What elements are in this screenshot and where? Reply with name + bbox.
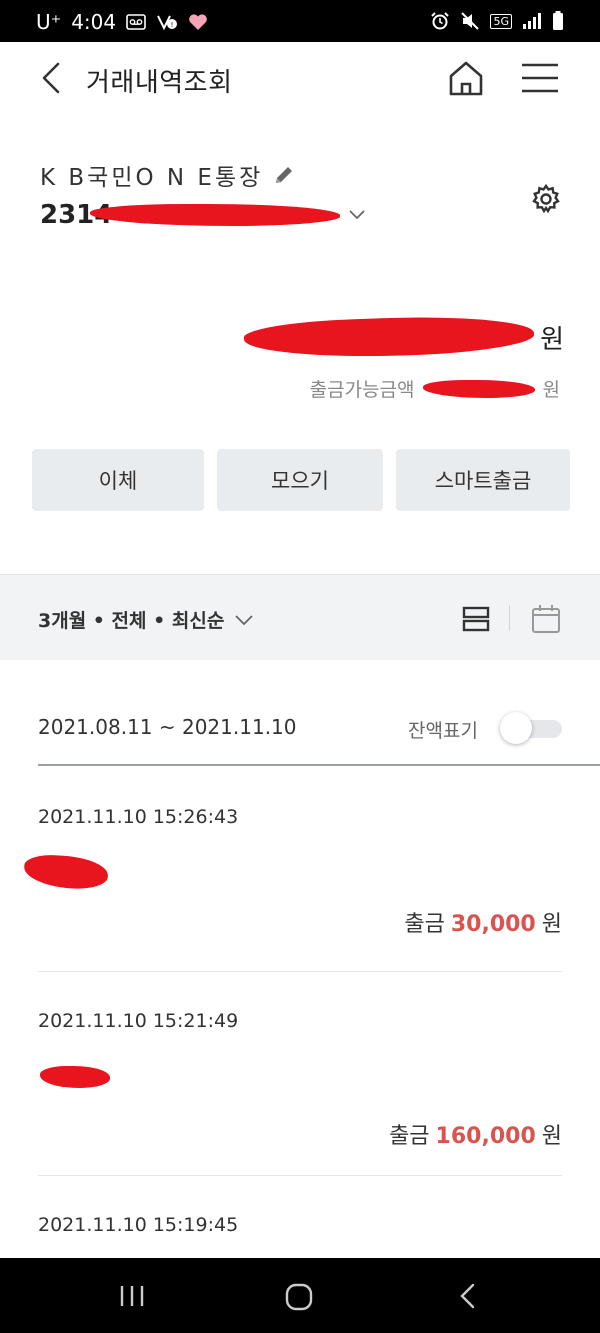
battery-icon xyxy=(553,11,563,30)
balance-row: 원 xyxy=(243,312,564,362)
transaction-name-redaction xyxy=(22,853,110,891)
transfer-button[interactable]: 이체 xyxy=(32,449,204,511)
status-right: 5G xyxy=(430,11,564,31)
period-divider xyxy=(38,764,600,766)
home-icon[interactable] xyxy=(446,58,486,98)
available-amount-unit: 원 xyxy=(542,379,560,401)
transaction-amount-row: 출금 30,000 원 xyxy=(404,906,562,938)
system-nav-bar xyxy=(0,1258,600,1333)
filter-divider xyxy=(509,605,510,631)
account-number-row[interactable]: 2314 xyxy=(40,200,366,230)
transaction-amount-row: 출금 160,000 원 xyxy=(389,1118,562,1150)
transaction-datetime: 2021.11.10 15:19:45 xyxy=(38,1214,239,1236)
balance-unit: 원 xyxy=(540,324,564,355)
available-amount-redaction xyxy=(422,379,535,398)
balance-toggle-label: 잔액표기 xyxy=(408,720,478,742)
account-name: K B국민O N E통장 xyxy=(40,165,264,191)
status-left: U⁺ 4:04 ! xyxy=(36,10,208,34)
nav-back-icon[interactable] xyxy=(456,1282,478,1310)
account-number-redaction xyxy=(90,204,341,226)
list-view-icon[interactable] xyxy=(462,605,490,633)
network-5g-icon: 5G xyxy=(490,13,512,29)
collect-button[interactable]: 모으기 xyxy=(217,449,383,511)
account-name-row: K B국민O N E통장 xyxy=(40,158,295,192)
transaction-name-redaction xyxy=(40,1066,110,1088)
nav-home-icon[interactable] xyxy=(284,1282,314,1312)
calendar-icon[interactable] xyxy=(530,603,562,635)
transaction-type: 출금 xyxy=(389,1124,430,1149)
voicemail-icon xyxy=(126,14,146,30)
transaction-item[interactable]: 2021.11.10 15:19:45 xyxy=(38,1214,562,1254)
transaction-item[interactable]: 2021.11.10 15:26:43 출금 30,000 원 xyxy=(22,806,562,972)
available-amount-label: 출금가능금액 xyxy=(309,379,415,401)
balance-redaction xyxy=(243,312,535,362)
transaction-unit: 원 xyxy=(541,1124,562,1149)
chevron-down-icon xyxy=(235,614,253,625)
signal-icon xyxy=(523,13,541,29)
transaction-amount: 160,000 xyxy=(435,1124,536,1149)
transaction-type: 출금 xyxy=(404,912,445,937)
transaction-datetime: 2021.11.10 15:26:43 xyxy=(38,806,239,828)
transaction-datetime: 2021.11.10 15:21:49 xyxy=(38,1010,239,1032)
status-bar: U⁺ 4:04 ! 5G xyxy=(0,0,600,42)
balance-toggle-knob xyxy=(500,712,532,744)
available-amount-row: 출금가능금액 원 xyxy=(310,375,560,402)
smart-withdraw-button[interactable]: 스마트출금 xyxy=(396,449,570,511)
shield-check-icon: ! xyxy=(157,15,178,31)
transaction-unit: 원 xyxy=(541,912,562,937)
pencil-icon[interactable] xyxy=(273,164,295,186)
filter-dropdown[interactable]: 3개월 • 전체 • 최신순 xyxy=(38,606,254,633)
gear-icon[interactable] xyxy=(530,183,562,215)
clock: 4:04 xyxy=(71,10,117,34)
filter-bar: 3개월 • 전체 • 최신순 xyxy=(0,574,600,660)
menu-icon[interactable] xyxy=(520,60,560,96)
transaction-amount: 30,000 xyxy=(450,912,536,937)
mute-icon xyxy=(461,12,480,30)
transaction-divider xyxy=(38,971,562,972)
svg-text:!: ! xyxy=(171,21,174,29)
page-title: 거래내역조회 xyxy=(86,68,233,98)
chevron-down-icon[interactable] xyxy=(348,209,366,221)
balance-toggle[interactable] xyxy=(500,712,562,744)
transaction-item[interactable]: 2021.11.10 15:21:49 출금 160,000 원 xyxy=(38,1010,562,1176)
carrier-label: U⁺ xyxy=(36,10,62,34)
heart-icon xyxy=(189,14,207,30)
alarm-icon xyxy=(431,12,450,30)
back-icon[interactable] xyxy=(34,60,70,96)
filter-summary: 3개월 • 전체 • 최신순 xyxy=(38,610,225,632)
app-header: 거래내역조회 xyxy=(0,42,600,116)
transaction-divider xyxy=(38,1175,562,1176)
period-range: 2021.08.11 ~ 2021.11.10 xyxy=(38,715,297,739)
recent-apps-icon[interactable] xyxy=(118,1284,146,1308)
